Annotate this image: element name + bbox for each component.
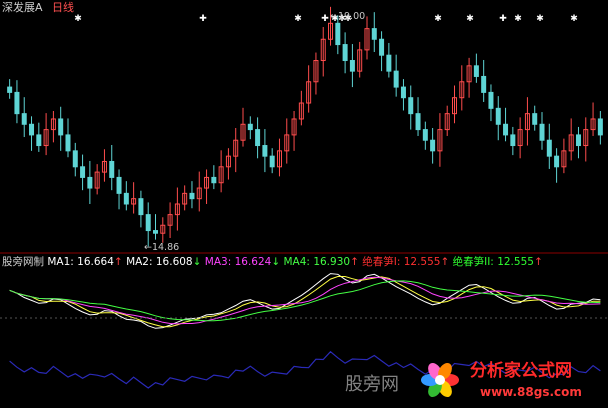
stock-chart[interactable]: ✱ ✚ ✱ ✚ ✱ ✱✱ ✱ ✱ ✚ ✱ ✱ ✱: [0, 0, 608, 408]
ma4-line: [9, 280, 601, 322]
candle-body: [532, 113, 538, 125]
high-price-label: ←19.00: [330, 11, 366, 22]
ma4-label: MA4:: [283, 256, 310, 268]
logo-title: 分析家公式网: [470, 361, 572, 381]
ma2-label: MA2:: [126, 256, 153, 268]
candle-body: [379, 38, 385, 56]
candle-body: [342, 44, 348, 62]
candlestick-series: [7, 6, 603, 247]
candle-body: [269, 155, 275, 168]
candle-body: [262, 145, 268, 157]
candle-body: [65, 134, 71, 152]
candle-body: [87, 176, 93, 189]
line1-value: 12.555: [403, 256, 441, 268]
candle-body: [21, 113, 27, 125]
line1-arrow: ↑: [440, 256, 450, 268]
ma2-value: 16.608: [155, 256, 193, 268]
ma1-value: 16.664: [77, 256, 114, 268]
ma3-line: [9, 276, 601, 325]
ma1-label: MA1:: [47, 256, 74, 268]
line2-label: 绝春笋II:: [452, 256, 494, 268]
candle-body: [335, 22, 341, 46]
line2-value: 12.555: [497, 256, 534, 268]
candle-body: [109, 160, 115, 178]
signal-marker: ✱: [536, 14, 544, 24]
candle-body: [123, 192, 129, 205]
candle-body: [481, 75, 487, 93]
candle-body: [153, 230, 158, 234]
candle-body: [211, 176, 217, 184]
candle-body: [597, 118, 603, 136]
logo-url: www.88gs.com: [480, 385, 582, 399]
signal-marker: ✱: [570, 14, 578, 24]
candle-body: [539, 123, 545, 141]
candle-body: [116, 176, 122, 194]
candle-body: [473, 65, 479, 77]
candle-body: [554, 155, 560, 168]
indicator-legend: 股旁网制 MA1: 16.664↑ MA2: 16.608↓ MA3: 16.6…: [2, 256, 543, 269]
candle-body: [575, 134, 581, 147]
ma3-label: MA3:: [204, 256, 232, 268]
candle-body: [138, 198, 144, 216]
candle-body: [408, 97, 414, 115]
candle-body: [189, 192, 195, 200]
candle-body: [29, 123, 35, 136]
candle-body: [36, 134, 42, 147]
candle-body: [14, 91, 20, 115]
candle-body: [488, 91, 494, 109]
candle-body: [503, 123, 509, 136]
candle-body: [80, 166, 86, 178]
ma4-value: 16.930: [313, 256, 351, 268]
candle-body: [371, 28, 377, 40]
signal-marker: ✱: [514, 14, 522, 24]
ma4-arrow: ↑: [350, 256, 359, 268]
signal-markers: ✱ ✚ ✱ ✚ ✱ ✱✱ ✱ ✱ ✚ ✱ ✱ ✱: [74, 14, 578, 24]
candle-body: [255, 129, 261, 147]
line1-label: 绝春笋I:: [362, 256, 401, 268]
signal-marker: ✚: [321, 14, 329, 24]
line2-arrow: ↑: [533, 256, 543, 268]
candle-body: [546, 139, 552, 157]
candle-body: [349, 60, 355, 72]
candle-body: [72, 150, 78, 168]
signal-marker: ✚: [499, 14, 507, 24]
ma1-arrow: ↑: [113, 256, 123, 268]
logo-center: [435, 375, 445, 385]
ma3-arrow: ↓: [271, 256, 281, 268]
chart-period[interactable]: 日线: [52, 1, 74, 14]
candle-body: [386, 54, 392, 72]
candle-body: [415, 113, 421, 131]
signal-marker: ✱: [434, 14, 442, 24]
ma1-line: [9, 273, 601, 329]
candle-body: [430, 139, 436, 152]
candle-body: [7, 86, 13, 93]
stock-title: 深发展A: [2, 1, 43, 14]
candle-body: [422, 129, 428, 141]
ma2-arrow: ↓: [192, 256, 202, 268]
ma3-value: 16.624: [234, 256, 272, 268]
candle-body: [145, 214, 151, 232]
candle-body: [58, 118, 64, 136]
signal-marker: ✱: [74, 14, 82, 24]
indicator-name: 股旁网制: [2, 256, 44, 268]
signal-marker: ✚: [199, 14, 207, 24]
candle-body: [510, 134, 516, 147]
watermark-text: 股旁网: [345, 374, 399, 395]
candle-body: [393, 70, 399, 88]
signal-marker: ✱: [294, 14, 302, 24]
logo-flower-icon: [421, 362, 459, 398]
low-price-label: ←14.86: [144, 242, 180, 253]
candle-body: [400, 86, 406, 99]
candle-body: [247, 123, 253, 131]
candle-body: [495, 107, 501, 125]
signal-marker: ✱: [466, 14, 474, 24]
